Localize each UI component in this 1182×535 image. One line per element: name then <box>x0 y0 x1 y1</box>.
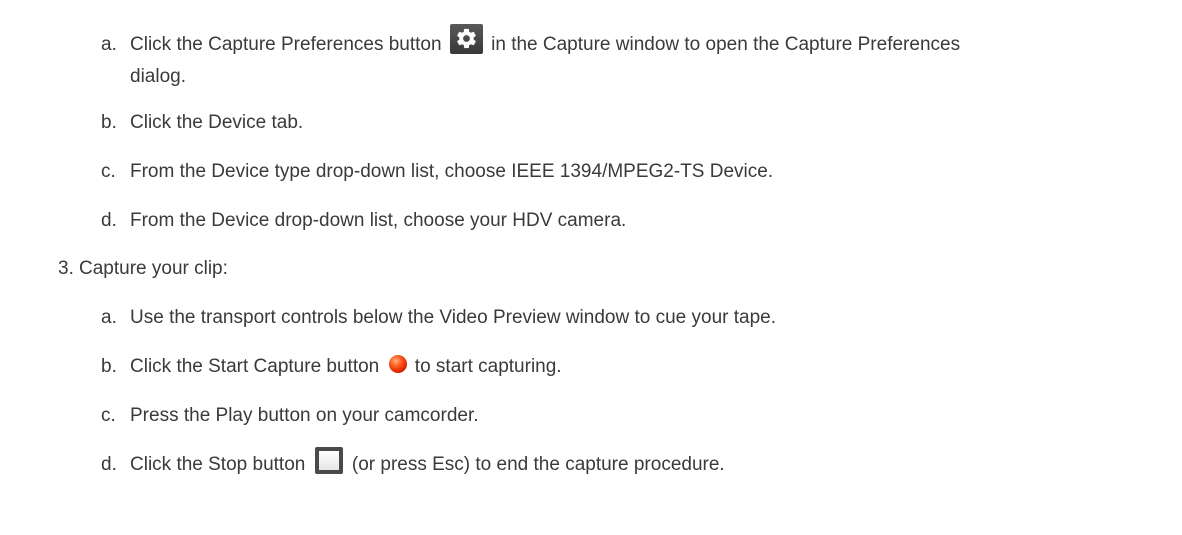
list-item-prefs-a-continuation: dialog. <box>130 66 186 87</box>
instruction-document: a. Click the Capture Preferences button … <box>0 0 1182 535</box>
list-marker: 3. <box>58 258 74 279</box>
gear-icon <box>449 24 483 54</box>
list-item-text: Press the Play button on your camcorder. <box>130 405 479 426</box>
list-marker: b. <box>101 356 117 377</box>
list-item-text: Click the Start Capture button to start … <box>130 354 562 377</box>
list-marker: b. <box>101 112 117 133</box>
record-icon <box>388 354 407 373</box>
stop-icon <box>314 447 343 475</box>
list-item-text: Click the Stop button (or press Esc) to … <box>130 447 725 479</box>
list-marker: c. <box>101 405 116 426</box>
list-marker: d. <box>101 454 117 475</box>
list-item-text: Use the transport controls below the Vid… <box>130 307 776 328</box>
list-marker: c. <box>101 161 116 182</box>
list-marker: d. <box>101 210 117 231</box>
list-item-text: From the Device drop-down list, choose y… <box>130 210 627 231</box>
list-marker: a. <box>101 34 117 55</box>
list-item-text: Click the Device tab. <box>130 112 304 133</box>
list-item-text: From the Device type drop-down list, cho… <box>130 161 774 182</box>
list-item-text: Click the Capture Preferences button in … <box>130 24 960 60</box>
list-item-text: Capture your clip: <box>79 258 228 279</box>
list-marker: a. <box>101 307 117 328</box>
